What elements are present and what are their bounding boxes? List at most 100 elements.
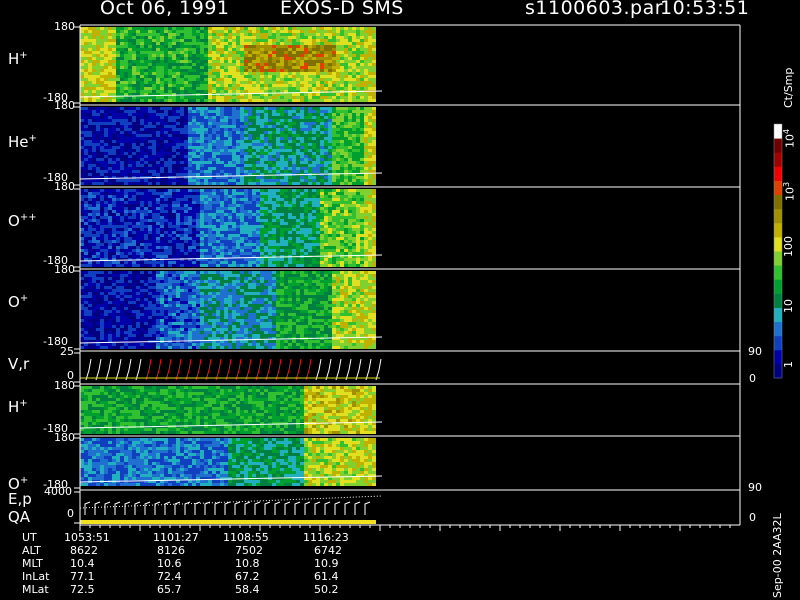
spectrogram-cell [280, 122, 284, 125]
spectrogram-cell [232, 84, 236, 87]
spectrogram-cell [128, 119, 132, 122]
spectrogram-cell [136, 231, 140, 234]
spectrogram-cell [112, 116, 116, 119]
spectrogram-cell [272, 122, 276, 125]
spectrogram-cell [268, 143, 272, 146]
spectrogram-cell [360, 30, 364, 33]
spectrogram-cell [172, 240, 176, 243]
spectrogram-cell [200, 164, 204, 167]
spectrogram-cell [228, 164, 232, 167]
spectrogram-cell [248, 213, 252, 216]
spectrogram-cell [236, 75, 240, 78]
spectrogram-cell [328, 51, 332, 54]
spectrogram-cell [264, 81, 268, 84]
spectrogram-cell [80, 125, 84, 128]
spectrogram-cell [208, 222, 212, 225]
spectrogram-cell [236, 237, 240, 240]
spectrogram-cell [116, 81, 120, 84]
spectrogram-cell [148, 243, 152, 246]
spectrogram-cell [228, 219, 232, 222]
spectrogram-cell [200, 207, 204, 210]
spectrogram-cell [256, 261, 260, 264]
spectrogram-cell [296, 51, 300, 54]
spectrogram-cell [200, 30, 204, 33]
spectrogram-cell [84, 60, 88, 63]
spectrogram-cell [224, 48, 228, 51]
spectrogram-cell [252, 179, 256, 182]
spectrogram-cell [240, 198, 244, 201]
spectrogram-cell [276, 167, 280, 170]
spectrogram-cell [304, 39, 308, 42]
spectrogram-cell [248, 134, 252, 137]
spectrogram-cell [360, 170, 364, 173]
spectrogram-cell [296, 170, 300, 173]
spectrogram-cell [264, 179, 268, 182]
spectrogram-cell [172, 261, 176, 264]
spectrogram-cell [92, 201, 96, 204]
spectrogram-cell [236, 264, 240, 267]
spectrogram-cell [308, 81, 312, 84]
spectrogram-cell [180, 128, 184, 131]
spectrogram-cell [96, 164, 100, 167]
spectrogram-cell [360, 99, 364, 102]
spectrogram-cell [192, 249, 196, 252]
spectrogram-cell [176, 51, 180, 54]
spectrogram-cell [260, 176, 264, 179]
spectrogram-cell [124, 36, 128, 39]
spectrogram-cell [324, 143, 328, 146]
spectrogram-cell [212, 99, 216, 102]
spectrogram-cell [96, 246, 100, 249]
spectrogram-cell [96, 60, 100, 63]
spectrogram-cell [280, 143, 284, 146]
spectrogram-cell [140, 173, 144, 176]
spectrogram-cell [324, 81, 328, 84]
spectrogram-cell [184, 78, 188, 81]
spectrogram-cell [264, 240, 268, 243]
spectrogram-cell [96, 261, 100, 264]
spectrogram-cell [188, 78, 192, 81]
spectrogram-cell [168, 243, 172, 246]
spectrogram-cell [260, 119, 264, 122]
spectrogram-cell [136, 54, 140, 57]
spectrogram-cell [184, 201, 188, 204]
spectrogram-cell [236, 179, 240, 182]
spectrogram-cell [252, 113, 256, 116]
spectrogram-cell [224, 84, 228, 87]
spectrogram-cell [304, 125, 308, 128]
spectrogram-cell [136, 167, 140, 170]
spectrogram-cell [340, 78, 344, 81]
spectrogram-cell [364, 78, 368, 81]
spectrogram-cell [264, 192, 268, 195]
spectrogram-cell [240, 96, 244, 99]
spectrogram-cell [188, 63, 192, 66]
spectrogram-cell [152, 48, 156, 51]
spectrogram-cell [344, 99, 348, 102]
spectrogram-cell [344, 45, 348, 48]
spectrogram-cell [140, 204, 144, 207]
spectrogram-cell [120, 167, 124, 170]
spectrogram-cell [100, 84, 104, 87]
spectrogram-cell [80, 240, 84, 243]
spectrogram-cell [124, 143, 128, 146]
spectrogram-cell [204, 192, 208, 195]
spectrogram-cell [92, 216, 96, 219]
spectrogram-cell [296, 33, 300, 36]
spectrogram-cell [116, 110, 120, 113]
spectrogram-cell [172, 210, 176, 213]
spectrogram-cell [348, 81, 352, 84]
spectrogram-cell [184, 167, 188, 170]
spectrogram-cell [216, 216, 220, 219]
spectrogram-cell [108, 75, 112, 78]
spectrogram-cell [152, 39, 156, 42]
spectrogram-cell [332, 69, 336, 72]
spectrogram-cell [216, 173, 220, 176]
spectrogram-cell [368, 131, 372, 134]
spectrogram-cell [316, 125, 320, 128]
spectrogram-cell [188, 45, 192, 48]
spectrogram-cell [364, 66, 368, 69]
spectrogram-cell [188, 99, 192, 102]
spectrogram-cell [176, 99, 180, 102]
spectrogram-cell [188, 264, 192, 267]
spectrogram-cell [116, 128, 120, 131]
spectrogram-cell [260, 228, 264, 231]
